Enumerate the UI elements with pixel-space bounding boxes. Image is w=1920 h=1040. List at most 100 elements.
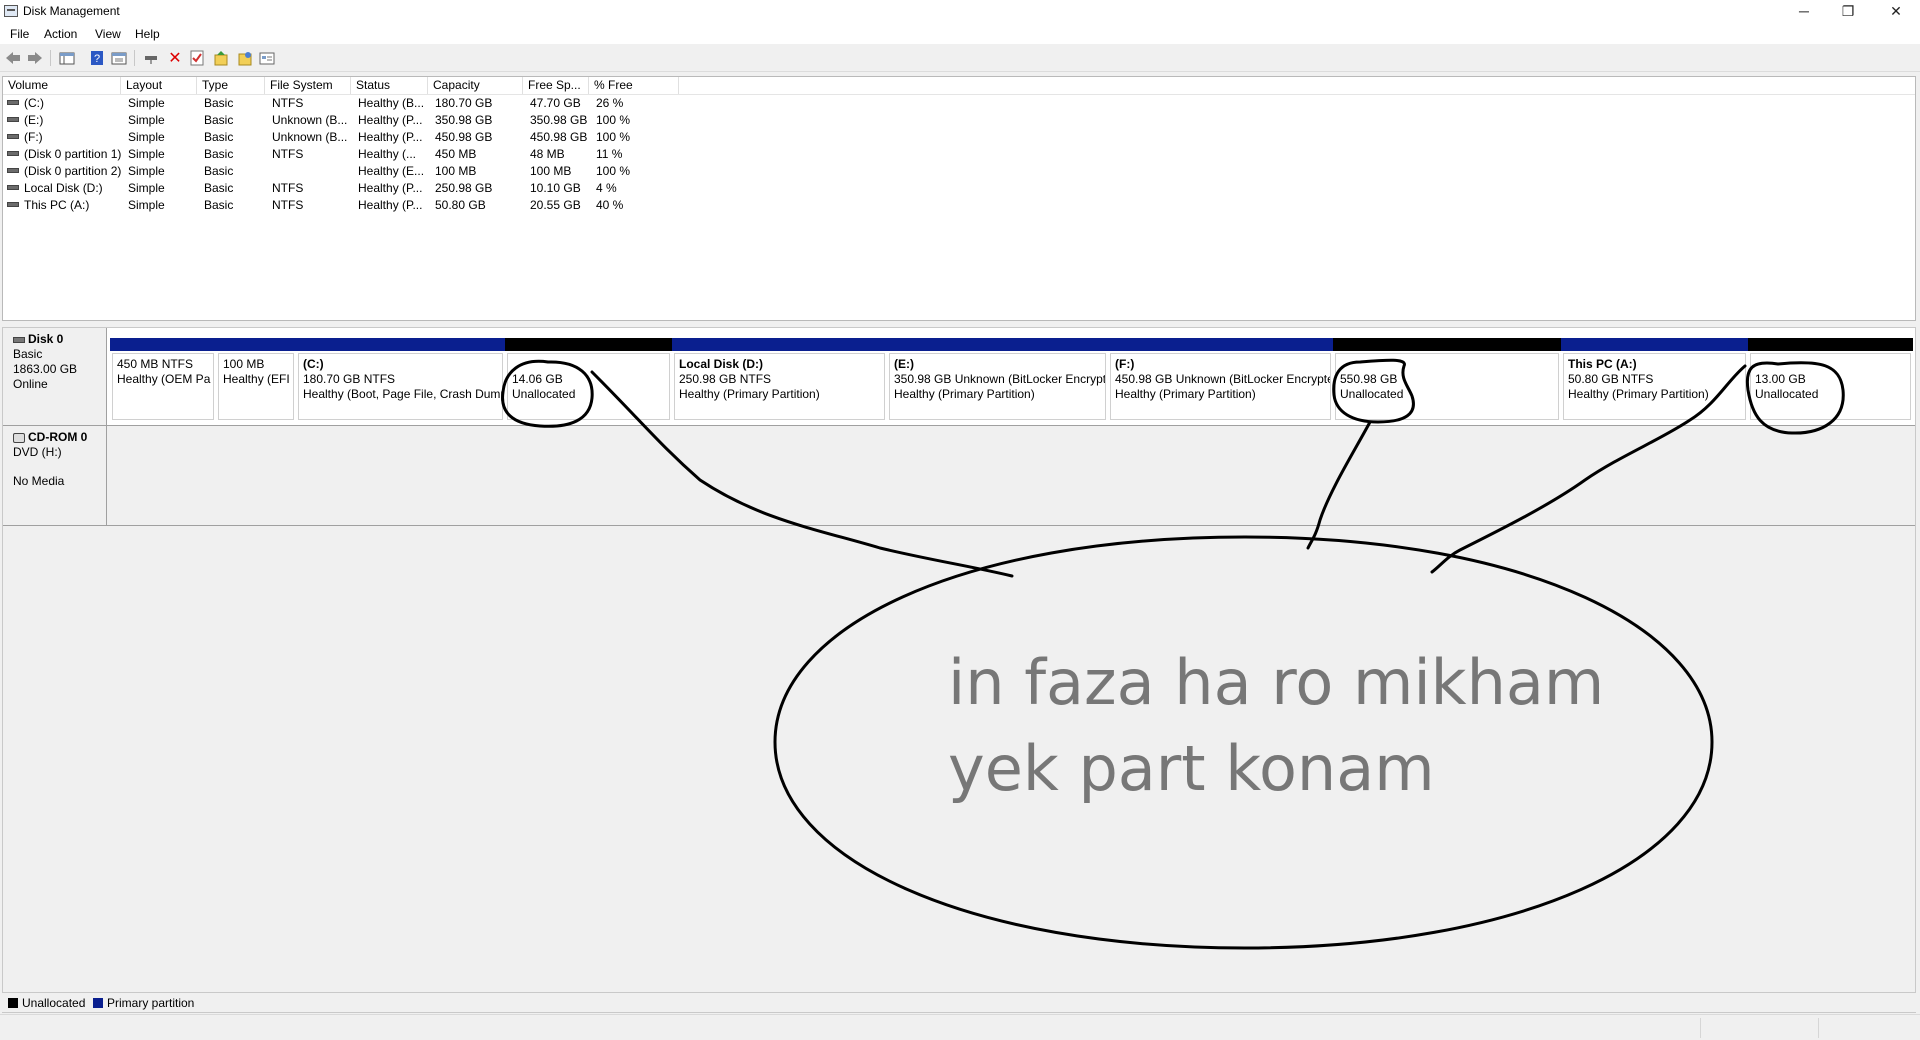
- volume-capacity: 180.70 GB: [435, 96, 493, 110]
- unallocated-block[interactable]: 550.98 GB Unallocated: [1333, 338, 1561, 422]
- volume-type: Basic: [204, 147, 234, 161]
- volume-file-system: NTFS: [272, 198, 304, 212]
- partition-line1: 180.70 GB NTFS: [303, 372, 396, 386]
- cdrom-0-label[interactable]: CD-ROM 0 DVD (H:) No Media: [3, 426, 107, 526]
- volume-capacity: 50.80 GB: [435, 198, 486, 212]
- partition-block[interactable]: Local Disk (D:) 250.98 GB NTFS Healthy (Pr…: [672, 338, 887, 422]
- volume-layout: Simple: [128, 198, 165, 212]
- rescan-icon[interactable]: [212, 49, 230, 67]
- unallocated-block[interactable]: 13.00 GB Unallocated: [1748, 338, 1913, 422]
- disk-0-label[interactable]: Disk 0 Basic 1863.00 GB Online: [3, 328, 107, 426]
- column-capacity[interactable]: Capacity: [428, 77, 523, 94]
- partition-line2: Unallocated: [1755, 387, 1819, 401]
- partition-block[interactable]: 450 MB NTFS Healthy (OEM Pa: [110, 338, 216, 422]
- volume-icon: [7, 185, 19, 191]
- volume-row[interactable]: (F:) Simple Basic Unknown (B... Healthy …: [3, 129, 1915, 146]
- column-percent-free[interactable]: % Free: [589, 77, 679, 94]
- partition-line2: Unallocated: [512, 387, 576, 401]
- volume-row[interactable]: Local Disk (D:) Simple Basic NTFS Health…: [3, 180, 1915, 197]
- volume-status: Healthy (P...: [358, 130, 423, 144]
- restore-button[interactable]: ❐: [1826, 0, 1870, 24]
- volume-name: (F:): [24, 130, 43, 144]
- disk-0-partitions: 450 MB NTFS Healthy (OEM Pa 100 MB Healthy…: [107, 328, 1915, 426]
- volume-row[interactable]: (Disk 0 partition 1) Simple Basic NTFS H…: [3, 146, 1915, 163]
- partition-line2: Healthy (Primary Partition): [894, 387, 1035, 401]
- column-file-system[interactable]: File System: [265, 77, 351, 94]
- volume-capacity: 350.98 GB: [435, 113, 493, 127]
- menu-file[interactable]: File: [8, 27, 31, 41]
- menu-action[interactable]: Action: [42, 27, 79, 41]
- settings-icon[interactable]: [258, 49, 276, 67]
- partition-bar: [216, 338, 296, 351]
- column-free-space[interactable]: Free Sp...: [523, 77, 589, 94]
- menu-help[interactable]: Help: [133, 27, 162, 41]
- delete-icon[interactable]: ✕: [166, 49, 184, 67]
- partition-block[interactable]: 100 MB Healthy (EFI: [216, 338, 296, 422]
- partition-block[interactable]: (C:) 180.70 GB NTFS Healthy (Boot, Page Fi…: [296, 338, 505, 422]
- partition-bar: [296, 338, 505, 351]
- cdrom-0-area: [107, 426, 1915, 526]
- partition-block[interactable]: (E:) 350.98 GB Unknown (BitLocker Encrypt…: [887, 338, 1108, 422]
- status-segment: [1818, 1018, 1819, 1038]
- disk-state: Online: [13, 377, 48, 391]
- partition-line1: 250.98 GB NTFS: [679, 372, 772, 386]
- partition-line2: Unallocated: [1340, 387, 1404, 401]
- legend-label: Primary partition: [107, 996, 195, 1010]
- unallocated-block[interactable]: 14.06 GB Unallocated: [505, 338, 672, 422]
- legend-swatch: [93, 998, 103, 1008]
- volume-free-space: 350.98 GB: [530, 113, 588, 127]
- partition-line2: Healthy (Primary Partition): [679, 387, 820, 401]
- volume-row[interactable]: (Disk 0 partition 2) Simple Basic Health…: [3, 163, 1915, 180]
- volume-layout: Simple: [128, 164, 165, 178]
- column-status[interactable]: Status: [351, 77, 428, 94]
- window-title: Disk Management: [23, 4, 120, 18]
- volume-percent-free: 4 %: [596, 181, 617, 195]
- connect-icon[interactable]: [142, 49, 160, 67]
- volume-name: (Disk 0 partition 2): [24, 164, 121, 178]
- partition-bar: [672, 338, 887, 351]
- forward-arrow-icon[interactable]: [26, 49, 44, 67]
- volume-list[interactable]: Volume Layout Type File System Status Ca…: [2, 76, 1916, 321]
- partition-bar: [1108, 338, 1333, 351]
- partition-bar: [505, 338, 672, 351]
- volume-percent-free: 100 %: [596, 164, 631, 178]
- back-arrow-icon[interactable]: [4, 49, 22, 67]
- column-volume[interactable]: Volume: [3, 77, 121, 94]
- volume-file-system: NTFS: [272, 96, 304, 110]
- partition-line1: 450 MB NTFS: [117, 357, 194, 371]
- volume-free-space: 10.10 GB: [530, 181, 581, 195]
- properties-icon[interactable]: [110, 49, 128, 67]
- partition-title: (C:): [303, 357, 324, 371]
- volume-row[interactable]: (C:) Simple Basic NTFS Healthy (B... 180…: [3, 95, 1915, 112]
- minimize-button[interactable]: ─: [1782, 0, 1826, 24]
- partition-bar: [1561, 338, 1748, 351]
- partition-line1: 100 MB: [223, 357, 265, 371]
- volume-layout: Simple: [128, 96, 165, 110]
- volume-name: (Disk 0 partition 1): [24, 147, 121, 161]
- volume-icon: [7, 100, 19, 106]
- volume-icon: [7, 117, 19, 123]
- partition-block[interactable]: (F:) 450.98 GB Unknown (BitLocker Encrypt…: [1108, 338, 1333, 422]
- volume-free-space: 47.70 GB: [530, 96, 581, 110]
- column-layout[interactable]: Layout: [121, 77, 197, 94]
- column-type[interactable]: Type: [197, 77, 265, 94]
- partition-line1: 450.98 GB Unknown (BitLocker Encrypte: [1115, 372, 1331, 386]
- help-icon[interactable]: ?: [88, 49, 106, 67]
- console-tree-icon[interactable]: [58, 49, 76, 67]
- volume-name: (C:): [24, 96, 44, 110]
- volume-percent-free: 11 %: [596, 147, 623, 161]
- volume-type: Basic: [204, 113, 234, 127]
- volume-name: (E:): [24, 113, 44, 127]
- menu-view[interactable]: View: [93, 27, 123, 41]
- disk-icon: [13, 336, 25, 343]
- annotation-text-line2: yek part konam: [948, 732, 1435, 805]
- status-segment: [1700, 1018, 1701, 1038]
- partition-block[interactable]: This PC (A:) 50.80 GB NTFS Healthy (Primar…: [1561, 338, 1748, 422]
- refresh-icon[interactable]: [236, 49, 254, 67]
- check-icon[interactable]: [188, 49, 206, 67]
- partition-line1: 50.80 GB NTFS: [1568, 372, 1654, 386]
- legend-unallocated: Unallocated: [8, 996, 85, 1010]
- close-button[interactable]: ✕: [1874, 0, 1918, 24]
- volume-row[interactable]: (E:) Simple Basic Unknown (B... Healthy …: [3, 112, 1915, 129]
- volume-row[interactable]: This PC (A:) Simple Basic NTFS Healthy (…: [3, 197, 1915, 214]
